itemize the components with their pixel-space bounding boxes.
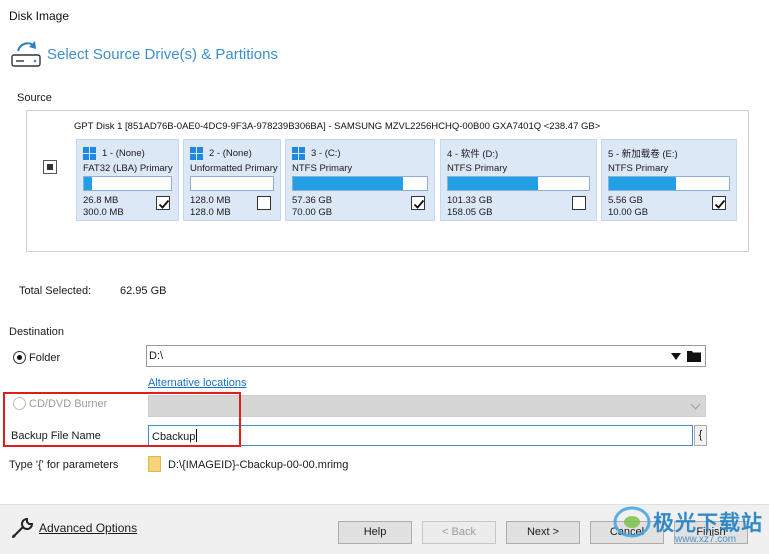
partition-total: 128.0 MB [190, 207, 231, 218]
disk-label: GPT Disk 1 [851AD76B-0AE0-4DC9-9F3A-9782… [74, 121, 601, 132]
watermark-logo-icon [613, 506, 651, 538]
destination-label: Destination [9, 326, 65, 338]
usage-fill [448, 177, 539, 190]
partition-name: 2 - (None) [209, 147, 252, 159]
folder-path-value: D:\ [149, 350, 164, 362]
back-button[interactable]: < Back [422, 521, 496, 544]
advanced-options-link[interactable]: Advanced Options [39, 521, 137, 535]
windows-icon [83, 146, 96, 160]
partition-card[interactable]: 1 - (None) FAT32 (LBA) Primary 26.8 MB 300.… [76, 139, 179, 221]
watermark-url: www.xz7.com [675, 534, 737, 545]
partition-card[interactable]: 5 - 新加载卷 (E:) NTFS Primary 5.56 GB 10.00 GB [601, 139, 737, 221]
radio-selected-dot [17, 355, 22, 360]
folder-browse-icon[interactable] [687, 350, 701, 362]
partition-card[interactable]: 2 - (None) Unformatted Primary 128.0 MB 128… [183, 139, 281, 221]
partition-checkbox[interactable] [156, 196, 170, 210]
disk-select-checkbox[interactable] [43, 160, 57, 174]
partition-usage-bar [608, 176, 730, 191]
indeterminate-mark [47, 164, 53, 170]
partition-usage-bar [292, 176, 428, 191]
partition-checkbox[interactable] [411, 196, 425, 210]
partition-used: 57.36 GB [292, 195, 333, 206]
usage-fill [609, 177, 677, 190]
watermark-text: 极光下载站 [653, 512, 763, 535]
parameter-hint: Type '{' for parameters [9, 459, 119, 471]
partition-card[interactable]: 3 - (C:) NTFS Primary 57.36 GB 70.00 GB [285, 139, 435, 221]
windows-icon [190, 146, 203, 160]
partition-usage-bar [447, 176, 590, 191]
windows-icon [292, 146, 305, 160]
title-bar: Disk Image [0, 0, 769, 33]
checkmark-icon [158, 199, 170, 209]
usage-fill [293, 177, 403, 190]
source-label: Source [17, 92, 52, 104]
partition-used: 128.0 MB [190, 195, 231, 206]
partition-type: Unformatted Primary [190, 163, 278, 174]
partition-checkbox[interactable] [712, 196, 726, 210]
partition-total: 10.00 GB [608, 207, 649, 218]
partition-type: NTFS Primary [447, 163, 508, 174]
partition-type: NTFS Primary [292, 163, 353, 174]
folder-radio[interactable] [13, 351, 26, 364]
partition-type: NTFS Primary [608, 163, 669, 174]
partition-usage-bar [190, 176, 274, 191]
usage-fill [84, 177, 92, 190]
folder-label: Folder [29, 352, 61, 364]
partition-used: 5.56 GB [608, 195, 643, 206]
partition-name: 3 - (C:) [311, 147, 341, 159]
dropdown-arrow-icon[interactable] [671, 353, 681, 360]
partition-used: 26.8 MB [83, 195, 119, 206]
partition-name: 1 - (None) [102, 147, 145, 159]
next-button[interactable]: Next > [506, 521, 580, 544]
insert-parameter-button[interactable]: { [694, 425, 707, 446]
partition-name: 4 - 软件 (D:) [447, 149, 499, 160]
partition-total: 70.00 GB [292, 207, 333, 218]
wrench-icon[interactable] [10, 515, 36, 541]
total-selected-value: 62.95 GB [120, 285, 167, 297]
partition-used: 101.33 GB [447, 195, 493, 206]
checkmark-icon [714, 199, 726, 209]
partition-checkbox[interactable] [572, 196, 586, 210]
partition-total: 300.0 MB [83, 207, 124, 218]
alternative-locations-link[interactable]: Alternative locations [148, 377, 246, 389]
file-icon [148, 456, 161, 472]
partition-checkbox[interactable] [257, 196, 271, 210]
page-title: Select Source Drive(s) & Partitions [47, 46, 278, 63]
checkmark-icon [413, 199, 425, 209]
partition-type: FAT32 (LBA) Primary [83, 163, 173, 174]
partition-name: 5 - 新加载卷 (E:) [608, 149, 678, 160]
partition-card[interactable]: 4 - 软件 (D:) NTFS Primary 101.33 GB 158.05 G… [440, 139, 597, 221]
chevron-down-icon [690, 399, 701, 410]
resulting-path: D:\{IMAGEID}-Cbackup-00-00.mrimg [168, 459, 349, 471]
total-selected-label: Total Selected: [19, 285, 92, 297]
folder-path-combobox[interactable]: D:\ [146, 345, 706, 367]
partition-usage-bar [83, 176, 172, 191]
window-title: Disk Image [9, 9, 70, 23]
partition-total: 158.05 GB [447, 207, 493, 218]
highlight-box [3, 392, 241, 447]
disk-image-icon [11, 41, 41, 67]
help-button[interactable]: Help [338, 521, 412, 544]
